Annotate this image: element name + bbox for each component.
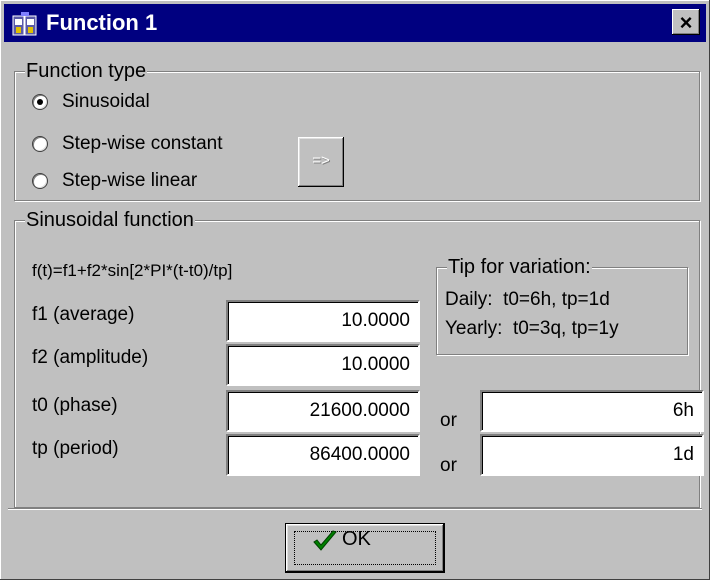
f2-label: f2 (amplitude) [32,347,149,368]
close-icon: × [679,10,693,35]
checkmark-icon [313,530,337,551]
footer-divider [8,508,702,510]
function-dialog: Function 1 × Function type Sinusoidal St… [0,0,710,580]
radio-selected-dot [37,99,43,105]
radio-button[interactable] [32,136,48,152]
radio-button[interactable] [32,94,48,110]
tp-input[interactable]: 86400.0000 [226,434,420,476]
t0-or-label: or [440,410,457,431]
t0-label: t0 (phase) [32,395,118,416]
f1-label: f1 (average) [32,304,135,325]
tp-alt-value: 1d [672,444,694,465]
f1-input[interactable]: 10.0000 [226,300,420,342]
function-type-legend: Function type [25,60,148,82]
f2-input[interactable]: 10.0000 [226,344,420,386]
app-icon [12,12,37,36]
tip-legend: Tip for variation: [447,256,592,278]
radio-button[interactable] [32,173,48,189]
radio-label: Step-wise constant [62,133,223,154]
tp-or-label: or [440,455,457,476]
arrow-right-icon: => [312,152,330,169]
sinusoidal-legend: Sinusoidal function [25,209,195,231]
t0-value: 21600.0000 [309,400,410,421]
ok-label: OK [342,528,371,550]
t0-alt-value: 6h [672,400,694,421]
radio-label: Step-wise linear [62,170,198,191]
formula-text: f(t)=f1+f2*sin[2*PI*(t-t0)/tp] [32,261,233,280]
tp-label: tp (period) [32,438,119,459]
f1-value: 10.0000 [341,310,410,331]
f2-value: 10.0000 [341,354,410,375]
close-button[interactable]: × [672,9,700,35]
window-title: Function 1 [46,10,158,35]
t0-input[interactable]: 21600.0000 [226,390,420,432]
tip-yearly: Yearly: t0=3q, tp=1y [445,318,619,339]
edit-steps-button[interactable]: => [298,137,344,187]
ok-button[interactable]: OK [286,524,444,572]
radio-label: Sinusoidal [62,91,150,112]
title-bar[interactable]: Function 1 × [4,4,706,42]
tip-daily: Daily: t0=6h, tp=1d [445,289,610,310]
tp-alt-input[interactable]: 1d [480,434,704,476]
tp-value: 86400.0000 [309,444,410,465]
tip-group [436,267,688,355]
t0-alt-input[interactable]: 6h [480,390,704,432]
